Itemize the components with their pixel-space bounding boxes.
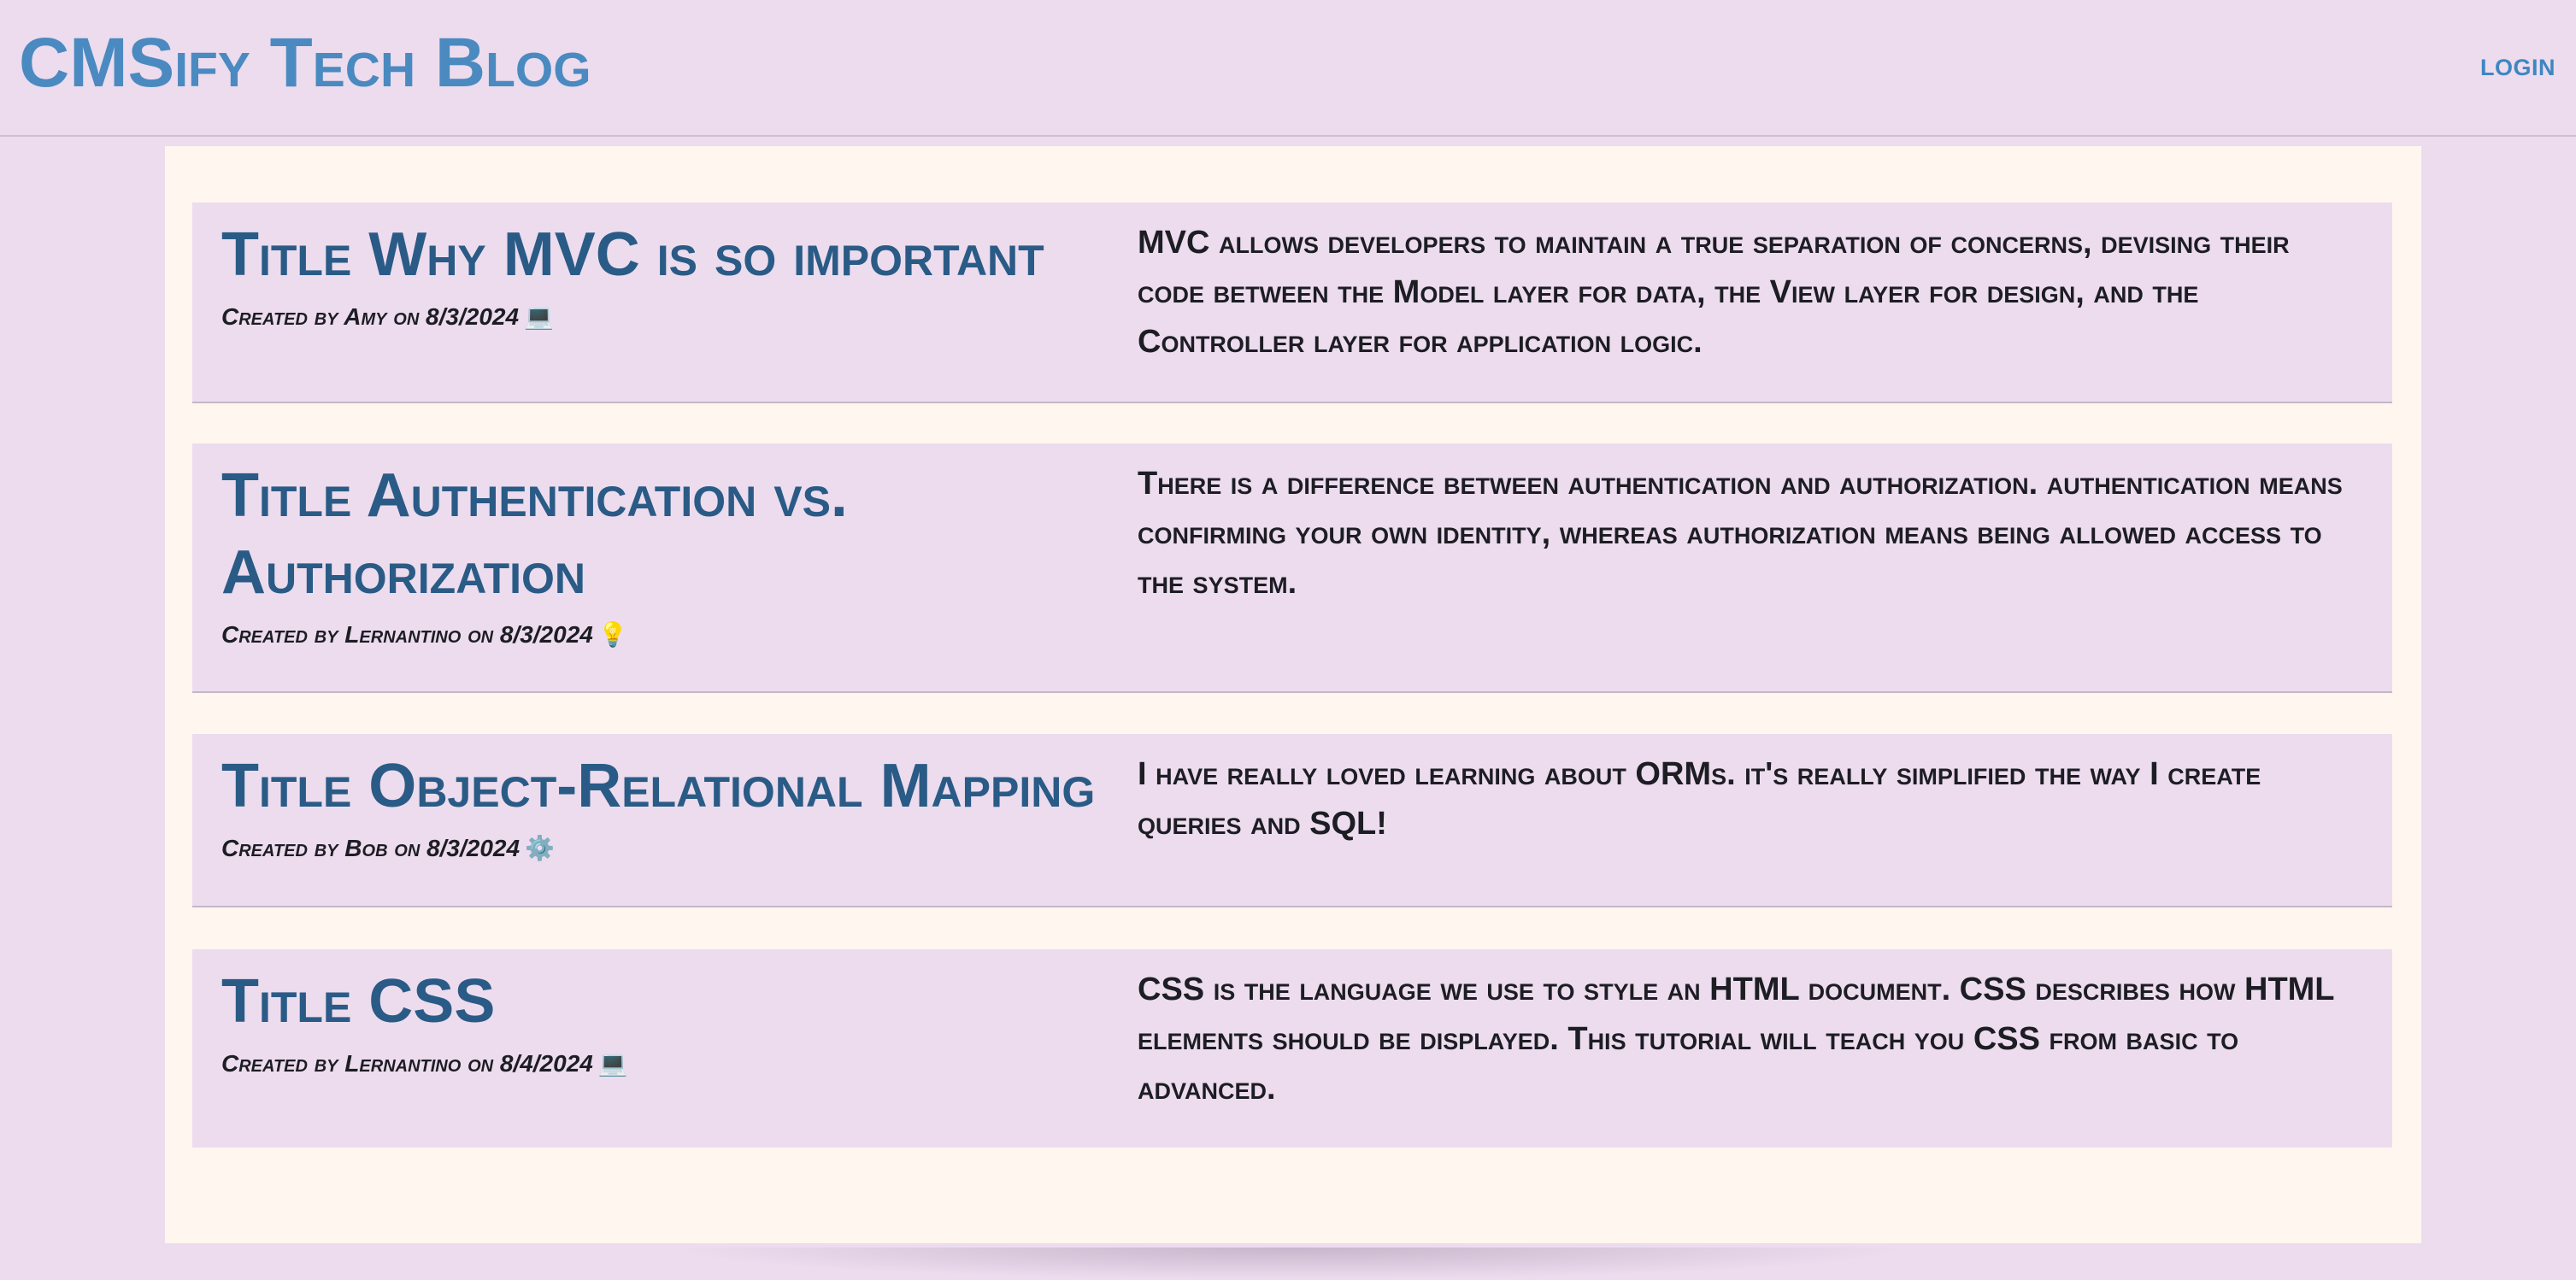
post-list: Title Why MVC is so important Created by… [165,146,2421,1243]
login-link[interactable]: LOGIN [2480,55,2555,81]
post-body: I have really loved learning about ORMs.… [1138,756,2261,842]
laptop-icon: 💻 [524,303,554,330]
post-header: Title Why MVC is so important Created by… [221,216,1085,334]
post-card[interactable]: Title Authentication vs. Authorization C… [192,443,2392,693]
post-title[interactable]: Title Why MVC is so important [221,216,1085,293]
post-meta-text: Created by Lernantino on 8/3/2024 [221,621,593,648]
post-body: MVC allows developers to maintain a true… [1138,225,2290,360]
footer-shadow [667,1248,1914,1280]
post-meta: Created by Lernantino on 8/3/2024 💡 [221,618,1085,652]
post-header: Title Authentication vs. Authorization C… [221,457,1085,652]
gear-icon: ⚙️ [525,835,555,861]
post-meta: Created by Lernantino on 8/4/2024 💻 [221,1047,1085,1081]
site-header: CMSify Tech Blog LOGIN [0,0,2576,137]
post-header: Title Object-Relational Mapping Created … [221,748,1095,866]
post-body: There is a difference between authentica… [1138,466,2343,601]
post-title[interactable]: Title Object-Relational Mapping [221,748,1095,825]
site-title[interactable]: CMSify Tech Blog [19,22,591,104]
post-meta: Created by Bob on 8/3/2024 ⚙️ [221,831,1085,866]
post-meta-text: Created by Bob on 8/3/2024 [221,835,520,861]
post-meta-text: Created by Lernantino on 8/4/2024 [221,1050,593,1077]
post-body: CSS is the language we use to style an H… [1138,972,2334,1107]
post-card[interactable]: Title CSS Created by Lernantino on 8/4/2… [192,949,2392,1148]
post-title[interactable]: Title CSS [221,963,1085,1040]
post-card[interactable]: Title Why MVC is so important Created by… [192,203,2392,403]
lightbulb-icon: 💡 [597,621,628,648]
post-header: Title CSS Created by Lernantino on 8/4/2… [221,963,1085,1081]
laptop-icon: 💻 [597,1050,628,1077]
post-meta-text: Created by Amy on 8/3/2024 [221,303,520,330]
post-meta: Created by Amy on 8/3/2024 💻 [221,300,1085,334]
post-title[interactable]: Title Authentication vs. Authorization [221,457,1085,611]
post-card[interactable]: Title Object-Relational Mapping Created … [192,734,2392,907]
